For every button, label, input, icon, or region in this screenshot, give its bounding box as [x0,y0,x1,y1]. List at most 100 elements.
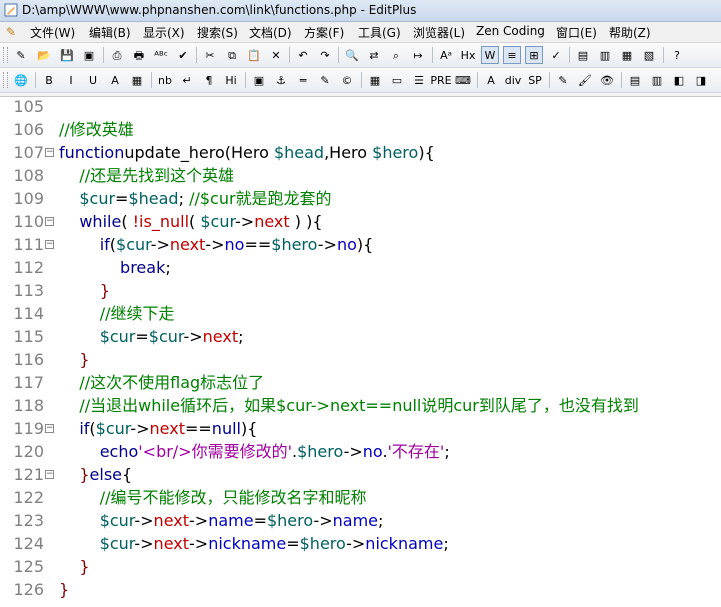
code-line[interactable]: 124 $cur->next->nickname=$hero->nickname… [0,532,721,555]
underline-icon[interactable]: U [84,71,102,89]
script-icon[interactable]: ⌨ [454,71,472,89]
code-line[interactable]: 118 //当退出while循环后，如果$cur->next==null说明cu… [0,394,721,417]
font-tag-icon[interactable]: A [482,71,500,89]
pre-icon[interactable]: PRE [430,71,451,89]
font-color-icon[interactable]: A [106,71,124,89]
menu-item-10[interactable]: 帮助(Z) [607,24,653,41]
code-line[interactable]: 121− }else{ [0,463,721,486]
column-icon[interactable]: ≡ [503,46,521,64]
ruler-icon[interactable]: ⊞ [525,46,543,64]
toggle-4-icon[interactable]: ◨ [692,71,710,89]
hr-icon[interactable]: ═ [294,71,312,89]
code-line[interactable]: 126} [0,578,721,601]
word-wrap-icon[interactable]: W [481,46,499,64]
code-line[interactable]: 112 break; [0,256,721,279]
preview-icon[interactable]: 👁 [598,71,616,89]
paste-icon[interactable]: 📋 [245,46,263,64]
heading-icon[interactable]: Hi [222,71,240,89]
list-icon[interactable]: ☰ [410,71,428,89]
code-line[interactable]: 107− functionupdate_hero(Hero $head,Hero … [0,141,721,164]
code-line[interactable]: 106 //修改英雄 [0,118,721,141]
italic-icon[interactable]: I [62,71,80,89]
help-icon[interactable]: ? [668,46,686,64]
window-4-icon[interactable]: ▧ [640,46,658,64]
code-line[interactable]: 109 $cur=$head; //$cur就是跑龙套的 [0,187,721,210]
color-picker-icon[interactable]: 🖌 [576,71,594,89]
cut-icon[interactable]: ✂ [201,46,219,64]
menu-item-3[interactable]: 搜索(S) [195,24,240,41]
menu-item-9[interactable]: 窗口(E) [554,24,599,41]
window-3-icon[interactable]: ▦ [618,46,636,64]
replace-icon[interactable]: ⇄ [365,46,383,64]
find-in-files-icon[interactable]: ⌕ [387,46,405,64]
menu-item-6[interactable]: 工具(G) [356,24,403,41]
menu-item-5[interactable]: 方案(F) [302,24,346,41]
browser-icon[interactable]: 🌐 [12,71,30,89]
toggle-2-icon[interactable]: ▥ [648,71,666,89]
undo-icon[interactable]: ↶ [294,46,312,64]
code-line[interactable]: 110− while( !is_null( $cur->next ) ){ [0,210,721,233]
code-line[interactable]: 117 //这次不使用flag标志位了 [0,371,721,394]
code-line[interactable]: 105 [0,97,721,118]
fold-toggle-icon[interactable]: − [45,240,54,249]
code-line[interactable]: 111− if($cur->next->no==$hero->no){ [0,233,721,256]
delete-icon[interactable]: ✕ [267,46,285,64]
fold-toggle-icon[interactable]: − [45,217,54,226]
code-line[interactable]: 113 } [0,279,721,302]
anchor-icon[interactable]: ⚓ [272,71,290,89]
menu-item-0[interactable]: 文件(W) [28,24,77,41]
menu-item-8[interactable]: Zen Coding [474,24,547,38]
menu-item-2[interactable]: 显示(X) [141,24,187,41]
menu-item-7[interactable]: 浏览器(L) [411,24,467,41]
find-icon[interactable]: 🔍 [343,46,361,64]
check-icon[interactable]: ✔ [174,46,192,64]
save-icon[interactable]: 💾 [58,46,76,64]
bold-icon[interactable]: B [40,71,58,89]
fold-toggle-icon[interactable]: − [45,148,54,157]
code-line[interactable]: 125 } [0,555,721,578]
toggle-3-icon[interactable]: ◧ [670,71,688,89]
save-all-icon[interactable]: ▣ [80,46,98,64]
menu-item-4[interactable]: 文档(D) [247,24,294,41]
edit-tag-icon[interactable]: ✎ [554,71,572,89]
toggle-1-icon[interactable]: ▤ [626,71,644,89]
spell-icon[interactable]: ✓ [547,46,565,64]
print-preview-icon[interactable]: ⎙ [108,46,126,64]
table-color-icon[interactable]: ▦ [128,71,146,89]
open-file-icon[interactable]: 📂 [35,46,53,64]
goto-icon[interactable]: ↦ [409,46,427,64]
new-file-icon[interactable]: ✎ [12,46,30,64]
div-icon[interactable]: div [504,71,522,89]
image-icon[interactable]: ▣ [250,71,268,89]
redo-icon[interactable]: ↷ [316,46,334,64]
window-2-icon[interactable]: ▥ [596,46,614,64]
menu-item-1[interactable]: 编辑(B) [87,24,133,41]
paragraph-icon[interactable]: ¶ [200,71,218,89]
code-line[interactable]: 115 $cur=$cur->next; [0,325,721,348]
code-line[interactable]: 120 echo'<br/>你需要修改的'.$hero->no.'不存在'; [0,440,721,463]
hex-icon[interactable]: Hx [459,46,477,64]
code-line[interactable]: 123 $cur->next->name=$hero->name; [0,509,721,532]
form-icon[interactable]: ▭ [388,71,406,89]
code-line[interactable]: 116 } [0,348,721,371]
window-1-icon[interactable]: ▤ [574,46,592,64]
copyright-icon[interactable]: © [338,71,356,89]
table-icon[interactable]: ▦ [366,71,384,89]
code-editor[interactable]: 105 106//修改英雄 107− functionupdate_hero(Hero… [0,97,721,607]
print-icon[interactable]: 🖶 [130,46,148,64]
code-line[interactable]: 108 //还是先找到这个英雄 [0,164,721,187]
span-icon[interactable]: SP [526,71,544,89]
code-line[interactable]: 122 //编号不能修改，只能修改名字和昵称 [0,486,721,509]
code-line[interactable]: 119− if($cur->next==null){ [0,417,721,440]
code-line[interactable]: 114 //继续下走 [0,302,721,325]
copy-icon[interactable]: ⧉ [223,46,241,64]
comment-icon[interactable]: ✎ [316,71,334,89]
font-icon[interactable]: Aᵃ [437,46,455,64]
fold-toggle-icon[interactable]: − [45,424,54,433]
nbsp-icon[interactable]: nb [156,71,174,89]
fold-toggle-icon[interactable]: − [45,470,54,479]
br-icon[interactable]: ↵ [178,71,196,89]
toolbar-grip[interactable] [3,47,8,63]
toolbar-grip[interactable] [3,72,8,88]
spell-check-icon[interactable]: ᴬᴮᶜ [152,46,170,64]
